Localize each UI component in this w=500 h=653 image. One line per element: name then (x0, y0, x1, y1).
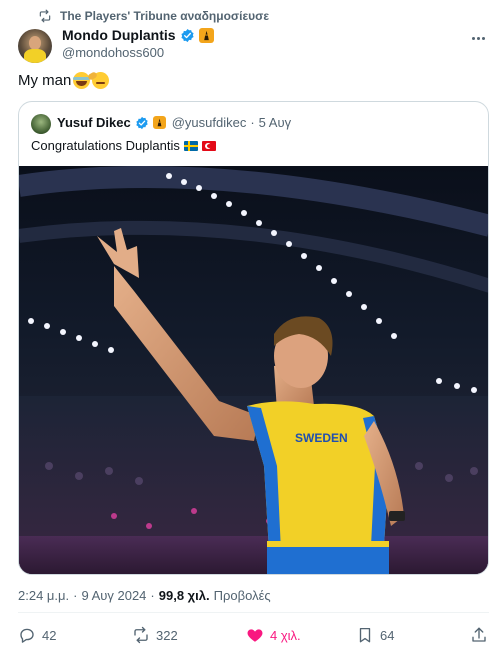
views-label: Προβολές (213, 588, 271, 603)
verified-badge-icon (136, 116, 148, 129)
like-button[interactable]: 4 χιλ. (246, 625, 301, 645)
quoted-date: 5 Αυγ (258, 115, 292, 130)
tweet-text: My man (18, 72, 110, 89)
bookmark-icon (359, 627, 371, 643)
author-avatar[interactable] (18, 29, 52, 63)
meta-separator: · (150, 588, 155, 603)
repost-button[interactable]: 322 (132, 625, 178, 645)
repost-icon (134, 626, 148, 644)
quoted-tweet-text: Congratulations Duplantis (31, 138, 216, 153)
author-display-name[interactable]: Mondo Duplantis (62, 27, 176, 43)
quoted-handle: @yusufdikec (171, 115, 247, 130)
verified-badge-icon[interactable] (180, 28, 195, 43)
flag-badge-icon (152, 116, 166, 129)
athlete-photo-illustration: SWEDEN (19, 166, 488, 574)
author-handle[interactable]: @mondohoss600 (62, 45, 164, 60)
share-icon (472, 627, 486, 642)
like-count: 4 χιλ. (270, 627, 301, 643)
flag-badge-icon[interactable] (198, 27, 214, 43)
repost-count: 322 (156, 627, 178, 643)
quoted-separator: · (250, 115, 255, 130)
reply-button[interactable]: 42 (18, 625, 56, 645)
turkey-flag-icon (201, 140, 216, 151)
quoted-display-name: Yusuf Dikec (57, 115, 131, 130)
quoted-tweet-card[interactable]: Yusuf Dikec @yusufdikec · 5 Αυγ Congratu… (18, 101, 489, 575)
tweet-date[interactable]: 9 Αυγ 2024 (81, 588, 146, 603)
reply-icon (20, 628, 34, 643)
author-name-row: Mondo Duplantis (62, 27, 214, 43)
repost-context-text: The Players' Tribune αναδημοσίευσε (60, 9, 270, 23)
heart-filled-icon (247, 629, 263, 642)
share-button[interactable] (470, 625, 488, 645)
quoted-author-avatar (31, 114, 51, 134)
repost-icon (39, 9, 51, 23)
meta-separator: · (73, 588, 78, 603)
saluting-face-icon (92, 72, 110, 89)
tweet-time[interactable]: 2:24 μ.μ. (18, 588, 69, 603)
quoted-tweet-photo[interactable]: SWEDEN (19, 166, 488, 574)
divider (18, 612, 489, 613)
repost-context[interactable]: The Players' Tribune αναδημοσίευσε (38, 8, 269, 24)
sweden-flag-icon (183, 140, 198, 151)
tweet-text-content: My man (18, 72, 72, 89)
reply-count: 42 (42, 627, 57, 643)
bookmark-button[interactable]: 64 (356, 625, 394, 645)
tweet-meta: 2:24 μ.μ. · 9 Αυγ 2024 · 99,8 χιλ. Προβο… (18, 588, 271, 603)
quoted-text-content: Congratulations Duplantis (31, 138, 180, 153)
jersey-text: SWEDEN (295, 431, 348, 445)
views-count[interactable]: 99,8 χιλ. (159, 588, 210, 603)
quoted-author-row: Yusuf Dikec @yusufdikec · 5 Αυγ (57, 115, 291, 130)
more-options-button[interactable] (468, 30, 488, 46)
action-bar: 42 322 4 χιλ. 64 (18, 625, 489, 645)
bookmark-count: 64 (380, 627, 395, 643)
